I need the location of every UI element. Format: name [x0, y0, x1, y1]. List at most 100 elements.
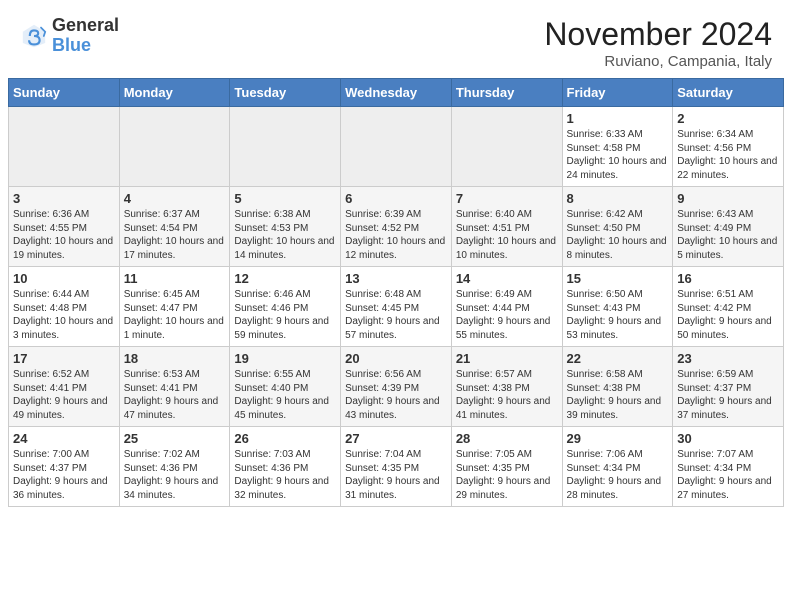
- logo-blue: Blue: [52, 35, 91, 55]
- calendar-cell: 24 Sunrise: 7:00 AM Sunset: 4:37 PM Dayli…: [9, 427, 120, 507]
- day-number: 29: [567, 431, 669, 446]
- day-number: 19: [234, 351, 336, 366]
- day-info: Sunrise: 6:55 AM Sunset: 4:40 PM Dayligh…: [234, 368, 336, 422]
- calendar-cell: [451, 107, 562, 187]
- day-info: Sunrise: 6:38 AM Sunset: 4:53 PM Dayligh…: [234, 208, 336, 262]
- day-number: 2: [677, 111, 779, 126]
- day-number: 8: [567, 191, 669, 206]
- day-info: Sunrise: 7:05 AM Sunset: 4:35 PM Dayligh…: [456, 448, 558, 502]
- day-info: Sunrise: 6:37 AM Sunset: 4:54 PM Dayligh…: [124, 208, 226, 262]
- day-info: Sunrise: 6:49 AM Sunset: 4:44 PM Dayligh…: [456, 288, 558, 342]
- day-header-monday: Monday: [119, 79, 230, 107]
- day-info: Sunrise: 6:48 AM Sunset: 4:45 PM Dayligh…: [345, 288, 447, 342]
- day-info: Sunrise: 6:44 AM Sunset: 4:48 PM Dayligh…: [13, 288, 115, 342]
- calendar-cell: 21Sunrise: 6:57 AM Sunset: 4:38 PM Dayli…: [451, 347, 562, 427]
- day-number: 20: [345, 351, 447, 366]
- calendar-cell: 14Sunrise: 6:49 AM Sunset: 4:44 PM Dayli…: [451, 267, 562, 347]
- calendar-cell: 15 Sunrise: 6:50 AM Sunset: 4:43 PM Dayli…: [562, 267, 673, 347]
- day-number: 24: [13, 431, 115, 446]
- day-info: Sunrise: 7:07 AM Sunset: 4:34 PM Dayligh…: [677, 448, 779, 502]
- day-header-tuesday: Tuesday: [230, 79, 341, 107]
- day-info: Sunrise: 7:03 AM Sunset: 4:36 PM Dayligh…: [234, 448, 336, 502]
- calendar-cell: 13 Sunrise: 6:48 AM Sunset: 4:45 PM Dayli…: [341, 267, 452, 347]
- day-info: Sunrise: 6:51 AM Sunset: 4:42 PM Dayligh…: [677, 288, 779, 342]
- day-info: Sunrise: 6:56 AM Sunset: 4:39 PM Dayligh…: [345, 368, 447, 422]
- day-info: Sunrise: 6:39 AM Sunset: 4:52 PM Dayligh…: [345, 208, 447, 262]
- calendar-cell: 16 Sunrise: 6:51 AM Sunset: 4:42 PM Dayli…: [673, 267, 784, 347]
- day-number: 17: [13, 351, 115, 366]
- day-number: 27: [345, 431, 447, 446]
- calendar-cell: 30Sunrise: 7:07 AM Sunset: 4:34 PM Dayli…: [673, 427, 784, 507]
- day-number: 28: [456, 431, 558, 446]
- day-number: 15: [567, 271, 669, 286]
- calendar-cell: 29 Sunrise: 7:06 AM Sunset: 4:34 PM Dayli…: [562, 427, 673, 507]
- calendar-cell: [341, 107, 452, 187]
- day-info: Sunrise: 6:40 AM Sunset: 4:51 PM Dayligh…: [456, 208, 558, 262]
- logo-text-block: General Blue: [52, 16, 119, 56]
- calendar-cell: 19 Sunrise: 6:55 AM Sunset: 4:40 PM Dayli…: [230, 347, 341, 427]
- day-number: 22: [567, 351, 669, 366]
- calendar-cell: 23 Sunrise: 6:59 AM Sunset: 4:37 PM Dayli…: [673, 347, 784, 427]
- calendar-cell: 18 Sunrise: 6:53 AM Sunset: 4:41 PM Dayli…: [119, 347, 230, 427]
- day-number: 5: [234, 191, 336, 206]
- day-info: Sunrise: 6:59 AM Sunset: 4:37 PM Dayligh…: [677, 368, 779, 422]
- calendar-table: SundayMondayTuesdayWednesdayThursdayFrid…: [8, 78, 784, 507]
- day-number: 10: [13, 271, 115, 286]
- day-number: 12: [234, 271, 336, 286]
- day-number: 25: [124, 431, 226, 446]
- day-number: 11: [124, 271, 226, 286]
- day-number: 6: [345, 191, 447, 206]
- calendar-cell: 12Sunrise: 6:46 AM Sunset: 4:46 PM Dayli…: [230, 267, 341, 347]
- location: Ruviano, Campania, Italy: [544, 53, 772, 70]
- day-number: 16: [677, 271, 779, 286]
- day-number: 13: [345, 271, 447, 286]
- day-info: Sunrise: 6:43 AM Sunset: 4:49 PM Dayligh…: [677, 208, 779, 262]
- logo-icon: [20, 22, 48, 50]
- day-info: Sunrise: 6:50 AM Sunset: 4:43 PM Dayligh…: [567, 288, 669, 342]
- calendar-cell: 4 Sunrise: 6:37 AM Sunset: 4:54 PM Daylig…: [119, 187, 230, 267]
- day-info: Sunrise: 7:04 AM Sunset: 4:35 PM Dayligh…: [345, 448, 447, 502]
- calendar-cell: 9 Sunrise: 6:43 AM Sunset: 4:49 PM Daylig…: [673, 187, 784, 267]
- day-info: Sunrise: 6:36 AM Sunset: 4:55 PM Dayligh…: [13, 208, 115, 262]
- day-info: Sunrise: 6:52 AM Sunset: 4:41 PM Dayligh…: [13, 368, 115, 422]
- day-number: 4: [124, 191, 226, 206]
- calendar-cell: 7 Sunrise: 6:40 AM Sunset: 4:51 PM Daylig…: [451, 187, 562, 267]
- calendar-week-row: 10 Sunrise: 6:44 AM Sunset: 4:48 PM Dayli…: [9, 267, 784, 347]
- day-header-saturday: Saturday: [673, 79, 784, 107]
- day-info: Sunrise: 7:00 AM Sunset: 4:37 PM Dayligh…: [13, 448, 115, 502]
- day-info: Sunrise: 6:33 AM Sunset: 4:58 PM Dayligh…: [567, 128, 669, 182]
- day-info: Sunrise: 6:34 AM Sunset: 4:56 PM Dayligh…: [677, 128, 779, 182]
- day-number: 9: [677, 191, 779, 206]
- calendar-week-row: 1 Sunrise: 6:33 AM Sunset: 4:58 PM Daylig…: [9, 107, 784, 187]
- calendar-cell: 11 Sunrise: 6:45 AM Sunset: 4:47 PM Dayli…: [119, 267, 230, 347]
- calendar-cell: 10 Sunrise: 6:44 AM Sunset: 4:48 PM Dayli…: [9, 267, 120, 347]
- calendar-cell: 17 Sunrise: 6:52 AM Sunset: 4:41 PM Dayli…: [9, 347, 120, 427]
- calendar-cell: 2 Sunrise: 6:34 AM Sunset: 4:56 PM Daylig…: [673, 107, 784, 187]
- day-info: Sunrise: 7:06 AM Sunset: 4:34 PM Dayligh…: [567, 448, 669, 502]
- day-number: 3: [13, 191, 115, 206]
- day-info: Sunrise: 6:45 AM Sunset: 4:47 PM Dayligh…: [124, 288, 226, 342]
- day-number: 26: [234, 431, 336, 446]
- calendar-cell: 25Sunrise: 7:02 AM Sunset: 4:36 PM Dayli…: [119, 427, 230, 507]
- day-number: 23: [677, 351, 779, 366]
- day-header-friday: Friday: [562, 79, 673, 107]
- calendar-cell: 3 Sunrise: 6:36 AM Sunset: 4:55 PM Daylig…: [9, 187, 120, 267]
- calendar-header-row: SundayMondayTuesdayWednesdayThursdayFrid…: [9, 79, 784, 107]
- day-number: 18: [124, 351, 226, 366]
- calendar-week-row: 17 Sunrise: 6:52 AM Sunset: 4:41 PM Dayli…: [9, 347, 784, 427]
- title-block: November 2024 Ruviano, Campania, Italy: [544, 16, 772, 70]
- calendar-week-row: 3 Sunrise: 6:36 AM Sunset: 4:55 PM Daylig…: [9, 187, 784, 267]
- day-header-sunday: Sunday: [9, 79, 120, 107]
- calendar-cell: 1 Sunrise: 6:33 AM Sunset: 4:58 PM Daylig…: [562, 107, 673, 187]
- day-info: Sunrise: 6:53 AM Sunset: 4:41 PM Dayligh…: [124, 368, 226, 422]
- calendar-cell: [9, 107, 120, 187]
- day-number: 1: [567, 111, 669, 126]
- calendar-cell: 20 Sunrise: 6:56 AM Sunset: 4:39 PM Dayli…: [341, 347, 452, 427]
- logo-general: General: [52, 15, 119, 35]
- day-info: Sunrise: 6:42 AM Sunset: 4:50 PM Dayligh…: [567, 208, 669, 262]
- day-header-wednesday: Wednesday: [341, 79, 452, 107]
- day-number: 7: [456, 191, 558, 206]
- calendar-cell: [119, 107, 230, 187]
- month-title: November 2024: [544, 16, 772, 53]
- day-header-thursday: Thursday: [451, 79, 562, 107]
